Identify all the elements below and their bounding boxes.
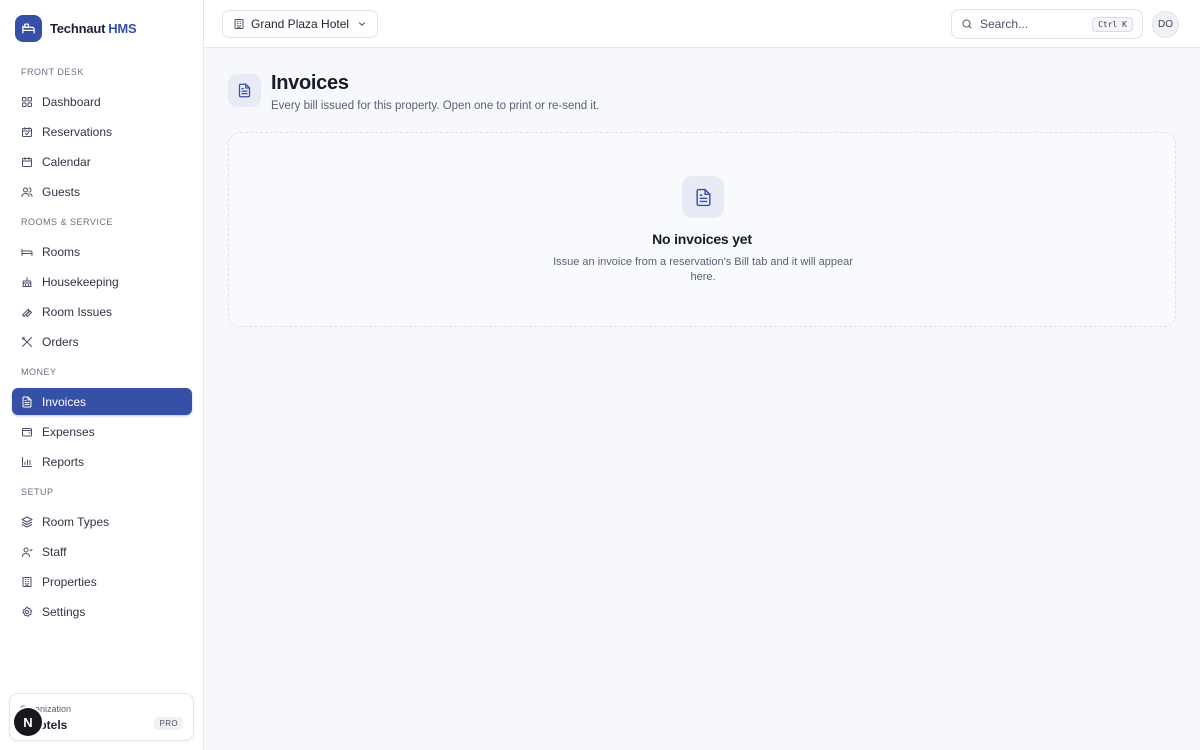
- plan-badge: PRO: [154, 717, 183, 730]
- sidebar-item-label: Staff: [42, 544, 67, 559]
- sidebar-item-guests[interactable]: Guests: [12, 178, 192, 205]
- sidebar-nav: FRONT DESK Dashboard Reservations Calend…: [12, 58, 192, 628]
- empty-state-title: No invoices yet: [652, 231, 752, 247]
- bed-logo-icon: [15, 15, 42, 42]
- sidebar-item-staff[interactable]: Staff: [12, 538, 192, 565]
- property-selector[interactable]: Grand Plaza Hotel: [222, 10, 379, 38]
- property-name: Grand Plaza Hotel: [251, 17, 350, 31]
- dashboard-icon: [22, 96, 32, 107]
- sidebar-item-label: Orders: [42, 334, 79, 349]
- page-subtitle: Every bill issued for this property. Ope…: [271, 100, 600, 112]
- empty-state: No invoices yet Issue an invoice from a …: [228, 132, 1176, 327]
- wallet-icon: [22, 427, 32, 436]
- housekeeping-icon: [22, 276, 32, 287]
- layers-icon: [21, 516, 33, 527]
- bar-chart-icon: [22, 456, 32, 467]
- calendar-icon: [22, 156, 32, 167]
- sidebar-item-label: Guests: [42, 184, 81, 199]
- utensils-icon: [22, 336, 32, 347]
- page-title: Invoices: [271, 72, 349, 94]
- sidebar-item-orders[interactable]: Orders: [12, 328, 192, 355]
- sidebar-item-label: Rooms: [42, 244, 81, 259]
- invoice-icon: [238, 83, 251, 98]
- reservations-icon: [22, 126, 32, 137]
- empty-state-text: Issue an invoice from a reservation's Bi…: [553, 256, 853, 283]
- sidebar-item-label: Dashboard: [42, 94, 101, 109]
- sidebar-item-expenses[interactable]: Expenses: [12, 418, 192, 445]
- sidebar-item-label: Properties: [42, 574, 97, 589]
- guests-icon: [21, 187, 33, 197]
- sidebar-item-label: Housekeeping: [42, 274, 119, 289]
- sidebar-item-label: Expenses: [42, 424, 95, 439]
- topbar: Grand Plaza Hotel Search... Ctrl K DO: [204, 0, 1200, 48]
- sidebar-item-reservations[interactable]: Reservations: [12, 118, 192, 145]
- sidebar-item-rooms[interactable]: Rooms: [12, 238, 192, 265]
- sidebar-item-reports[interactable]: Reports: [12, 448, 192, 475]
- building-icon: [22, 576, 32, 587]
- section-label-money: MONEY: [21, 367, 57, 377]
- sidebar-item-properties[interactable]: Properties: [12, 568, 192, 595]
- invoice-icon: [695, 188, 711, 206]
- search-input[interactable]: Search... Ctrl K: [951, 9, 1143, 39]
- wrench-icon: [22, 308, 32, 317]
- sidebar-item-dashboard[interactable]: Dashboard: [12, 88, 192, 115]
- brand-name: Technaut HMS: [50, 21, 137, 36]
- page-icon: [228, 74, 261, 107]
- sidebar-item-label: Reservations: [42, 124, 113, 139]
- sidebar-item-label: Settings: [42, 604, 86, 619]
- brand-accent: HMS: [108, 21, 137, 36]
- sidebar-item-invoices[interactable]: Invoices: [12, 388, 192, 415]
- sidebar-item-label: Room Types: [42, 514, 110, 529]
- search-icon: [962, 19, 972, 29]
- bed-icon: [21, 248, 33, 256]
- sidebar-item-calendar[interactable]: Calendar: [12, 148, 192, 175]
- sidebar-item-label: Invoices: [42, 394, 87, 409]
- sidebar-item-settings[interactable]: Settings: [12, 598, 192, 625]
- brand[interactable]: Technaut HMS: [15, 15, 137, 42]
- section-label-rooms-service: ROOMS & SERVICE: [21, 217, 113, 227]
- search-placeholder: Search...: [980, 17, 1029, 31]
- user-avatar[interactable]: DO: [1152, 11, 1179, 38]
- section-label-front-desk: FRONT DESK: [21, 67, 84, 77]
- sidebar-item-label: Room Issues: [42, 304, 113, 319]
- sidebar-item-room-types[interactable]: Room Types: [12, 508, 192, 535]
- sidebar-item-label: Calendar: [42, 154, 91, 169]
- sidebar-item-room-issues[interactable]: Room Issues: [12, 298, 192, 325]
- building-icon: [234, 19, 244, 29]
- org-avatar[interactable]: N: [14, 708, 42, 736]
- sidebar: Technaut HMS FRONT DESK Dashboard Reserva…: [0, 0, 204, 750]
- keyboard-shortcut: Ctrl K: [1092, 16, 1133, 32]
- sidebar-item-label: Reports: [42, 454, 85, 469]
- gear-icon: [22, 605, 33, 617]
- invoice-icon: [22, 396, 32, 407]
- section-label-setup: SETUP: [21, 487, 54, 497]
- chevron-down-icon: [359, 22, 366, 26]
- sidebar-item-housekeeping[interactable]: Housekeeping: [12, 268, 192, 295]
- staff-icon: [22, 547, 33, 557]
- empty-state-icon-wrap: [682, 176, 724, 218]
